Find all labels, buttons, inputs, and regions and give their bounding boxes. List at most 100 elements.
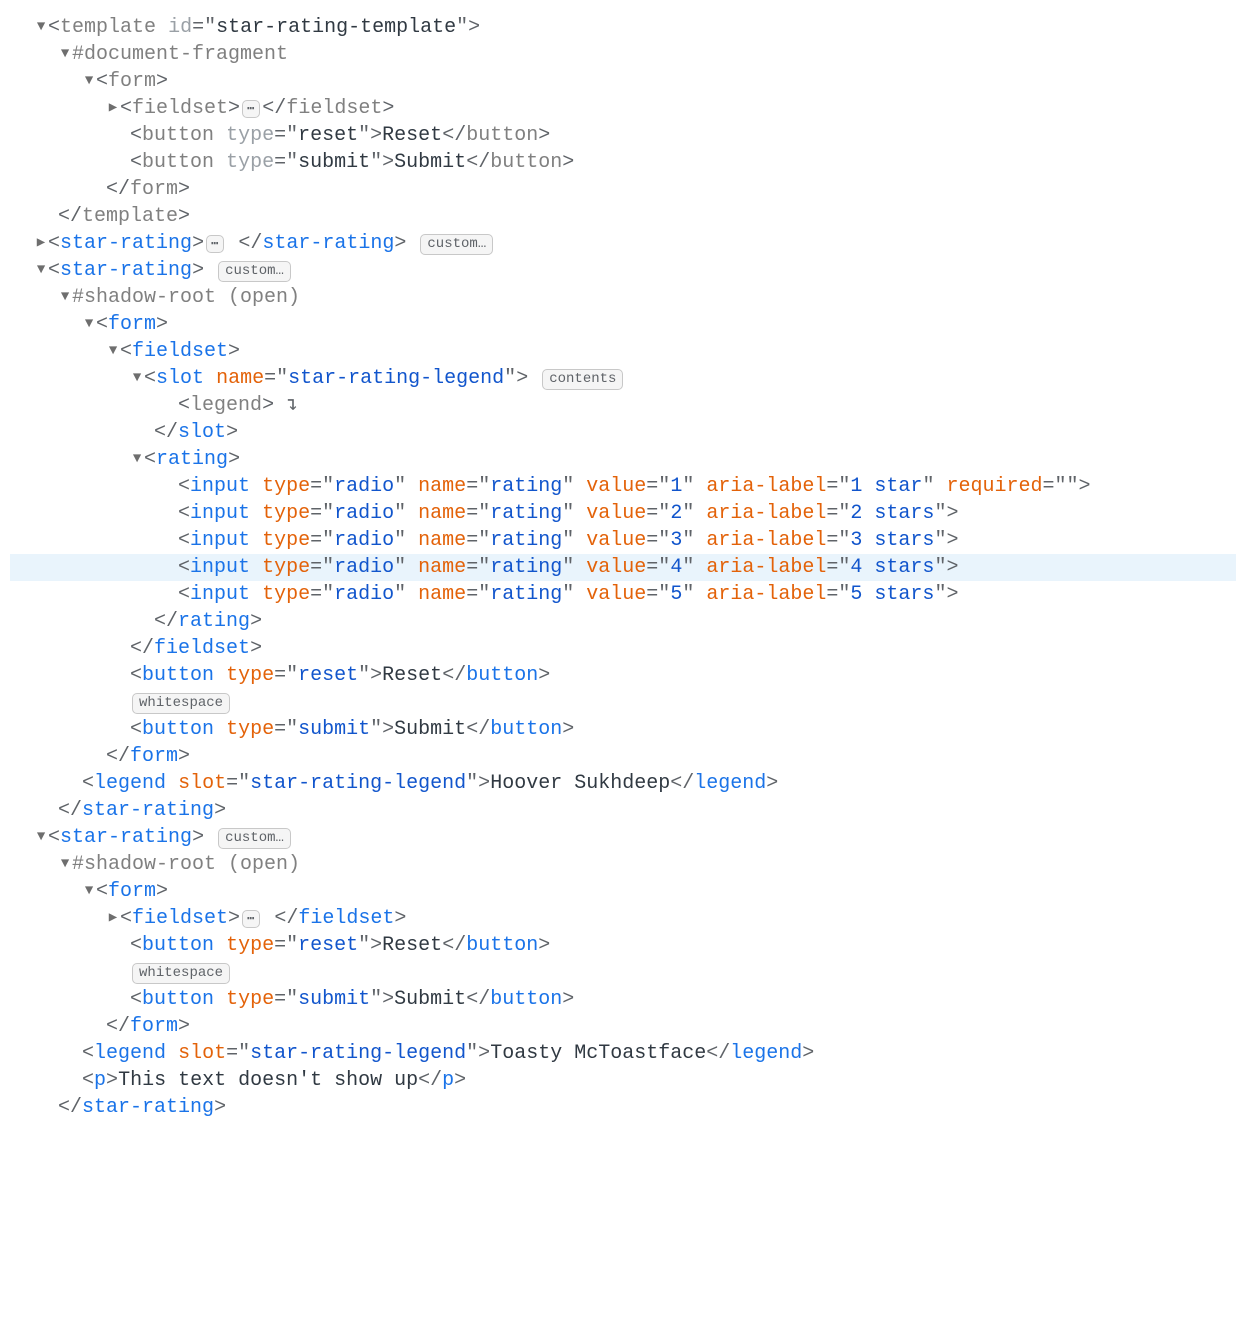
tree-row[interactable]: ▼#document-fragment: [10, 41, 1236, 68]
tree-row[interactable]: </form>: [10, 176, 1236, 203]
attr-name: slot: [178, 1042, 226, 1065]
tree-row[interactable]: <button type="submit">Submit</button>: [10, 149, 1236, 176]
tag-name: button: [490, 151, 562, 174]
tag-name: slot: [156, 367, 204, 390]
text-content: Submit: [394, 718, 466, 741]
expand-arrow-icon[interactable]: ▼: [82, 315, 96, 334]
tag-name: fieldset: [132, 97, 228, 120]
expand-arrow-icon[interactable]: ▼: [58, 855, 72, 874]
contents-badge[interactable]: contents: [542, 369, 623, 390]
tag-name: form: [130, 178, 178, 201]
expand-arrow-icon[interactable]: ▶: [106, 909, 120, 928]
tree-row[interactable]: ▼<star-rating> custom…: [10, 824, 1236, 851]
expand-arrow-icon[interactable]: ▼: [106, 342, 120, 361]
custom-badge[interactable]: custom…: [218, 828, 291, 849]
tree-row[interactable]: <button type="submit">Submit</button>: [10, 986, 1236, 1013]
attr-value: submit: [298, 988, 370, 1011]
whitespace-badge[interactable]: whitespace: [132, 963, 230, 984]
tree-row[interactable]: </form>: [10, 743, 1236, 770]
tree-row[interactable]: ▼<fieldset>: [10, 338, 1236, 365]
tree-row[interactable]: ▼<form>: [10, 878, 1236, 905]
tree-row[interactable]: <button type="reset">Reset</button>: [10, 662, 1236, 689]
tree-row[interactable]: <input type="radio" name="rating" value=…: [10, 500, 1236, 527]
expand-arrow-icon[interactable]: ▼: [34, 261, 48, 280]
ellipsis-badge[interactable]: ⋯: [242, 910, 260, 928]
tree-row[interactable]: </template>: [10, 203, 1236, 230]
tree-row[interactable]: <legend slot="star-rating-legend">Toasty…: [10, 1040, 1236, 1067]
ellipsis-badge[interactable]: ⋯: [206, 235, 224, 253]
attr-value: reset: [298, 934, 358, 957]
tag-name: star-rating: [60, 259, 192, 282]
tree-row[interactable]: ▼<form>: [10, 68, 1236, 95]
expand-arrow-icon[interactable]: ▼: [130, 369, 144, 388]
tree-row[interactable]: whitespace: [10, 959, 1236, 986]
tag-name: star-rating: [60, 826, 192, 849]
tag-name: template: [60, 16, 156, 39]
attr-name: type: [226, 664, 274, 687]
attr-name: value: [586, 502, 646, 525]
text-content: Hoover Sukhdeep: [490, 772, 670, 795]
tree-row[interactable]: </rating>: [10, 608, 1236, 635]
whitespace-badge[interactable]: whitespace: [132, 693, 230, 714]
expand-arrow-icon[interactable]: ▼: [34, 828, 48, 847]
tree-row[interactable]: <p>This text doesn't show up</p>: [10, 1067, 1236, 1094]
attr-value: 1: [670, 475, 682, 498]
tag-name: slot: [178, 421, 226, 444]
tree-row[interactable]: ▼#shadow-root (open): [10, 284, 1236, 311]
attr-name: name: [418, 529, 466, 552]
attr-name: type: [226, 988, 274, 1011]
expand-arrow-icon[interactable]: ▼: [58, 45, 72, 64]
tag-name: fieldset: [298, 907, 394, 930]
tree-row[interactable]: ▼<slot name="star-rating-legend"> conten…: [10, 365, 1236, 392]
tree-row[interactable]: ▶<fieldset>⋯</fieldset>: [10, 95, 1236, 122]
tag-name: form: [108, 880, 156, 903]
attr-name: aria-label: [706, 475, 826, 498]
tree-row[interactable]: <button type="submit">Submit</button>: [10, 716, 1236, 743]
tree-row[interactable]: ▼<form>: [10, 311, 1236, 338]
tree-row[interactable]: ▶<star-rating>⋯ </star-rating> custom…: [10, 230, 1236, 257]
attr-name: value: [586, 529, 646, 552]
tree-row[interactable]: <input type="radio" name="rating" value=…: [10, 581, 1236, 608]
expand-arrow-icon[interactable]: ▼: [130, 450, 144, 469]
tree-row-selected[interactable]: <input type="radio" name="rating" value=…: [10, 554, 1236, 581]
tag-name: input: [190, 475, 250, 498]
attr-name: id: [168, 16, 192, 39]
expand-arrow-icon[interactable]: ▼: [82, 72, 96, 91]
custom-badge[interactable]: custom…: [218, 261, 291, 282]
tree-row[interactable]: <input type="radio" name="rating" value=…: [10, 473, 1236, 500]
tree-row[interactable]: ▼<rating>: [10, 446, 1236, 473]
tree-row[interactable]: <legend> ↴: [10, 392, 1236, 419]
attr-value: submit: [298, 718, 370, 741]
reveal-icon[interactable]: ↴: [286, 394, 298, 417]
expand-arrow-icon[interactable]: ▼: [58, 288, 72, 307]
tree-row[interactable]: ▼<star-rating> custom…: [10, 257, 1236, 284]
tree-row[interactable]: <button type="reset">Reset</button>: [10, 122, 1236, 149]
tree-row[interactable]: <input type="radio" name="rating" value=…: [10, 527, 1236, 554]
tree-row[interactable]: ▼#shadow-root (open): [10, 851, 1236, 878]
tree-row[interactable]: ▼<template id="star-rating-template">: [10, 14, 1236, 41]
text-content: Reset: [382, 664, 442, 687]
tree-row[interactable]: </slot>: [10, 419, 1236, 446]
expand-arrow-icon[interactable]: ▶: [106, 99, 120, 118]
tree-row[interactable]: <button type="reset">Reset</button>: [10, 932, 1236, 959]
expand-arrow-icon[interactable]: ▼: [34, 18, 48, 37]
text-content: Toasty McToastface: [490, 1042, 706, 1065]
tree-row[interactable]: <legend slot="star-rating-legend">Hoover…: [10, 770, 1236, 797]
tree-row[interactable]: </fieldset>: [10, 635, 1236, 662]
attr-value: rating: [490, 475, 562, 498]
attr-name: type: [262, 583, 310, 606]
custom-badge[interactable]: custom…: [420, 234, 493, 255]
ellipsis-badge[interactable]: ⋯: [242, 100, 260, 118]
expand-arrow-icon[interactable]: ▶: [34, 234, 48, 253]
tag-name: input: [190, 502, 250, 525]
tag-name: template: [82, 205, 178, 228]
tree-row[interactable]: whitespace: [10, 689, 1236, 716]
tree-row[interactable]: ▶<fieldset>⋯ </fieldset>: [10, 905, 1236, 932]
attr-name: slot: [178, 772, 226, 795]
tree-row[interactable]: </star-rating>: [10, 1094, 1236, 1121]
tree-row[interactable]: </form>: [10, 1013, 1236, 1040]
expand-arrow-icon[interactable]: ▼: [82, 882, 96, 901]
tag-name: fieldset: [132, 340, 228, 363]
tree-row[interactable]: </star-rating>: [10, 797, 1236, 824]
tag-name: star-rating: [82, 799, 214, 822]
